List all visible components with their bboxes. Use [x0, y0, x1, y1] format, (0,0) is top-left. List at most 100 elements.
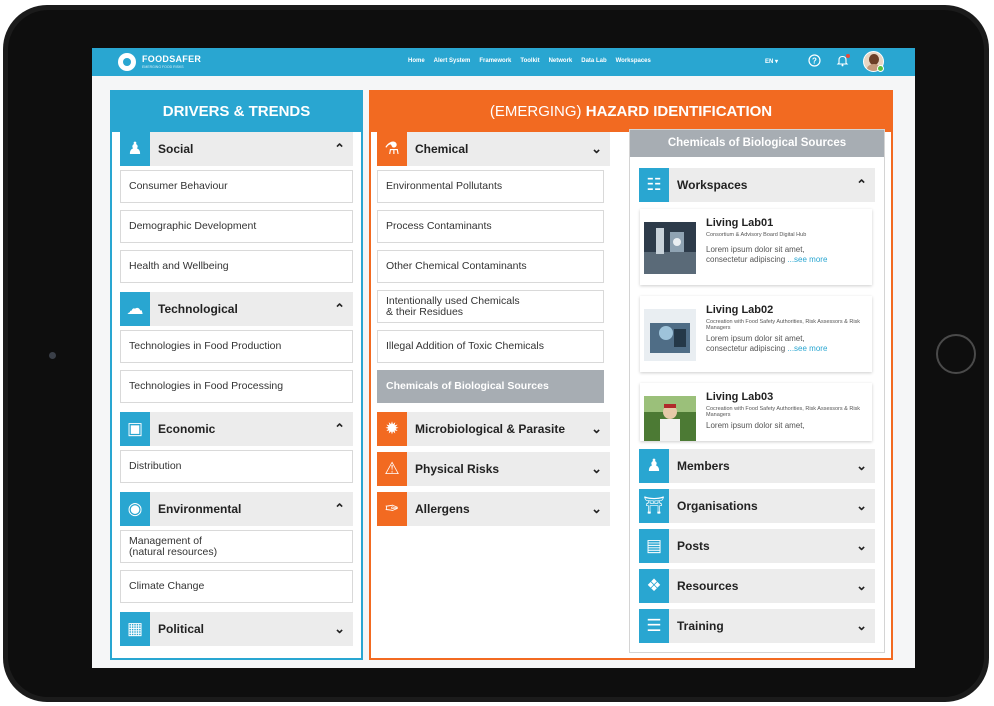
see-more-link[interactable]: ...see more [787, 255, 827, 264]
chevron-up-icon[interactable]: ⌃ [334, 132, 345, 166]
see-more-link[interactable]: ...see more [787, 344, 827, 353]
list-item[interactable]: Technologies in Food Processing [120, 370, 353, 403]
lab-title[interactable]: Living Lab01 [706, 217, 773, 229]
flask-icon: ⚗ [377, 132, 407, 166]
cloud-gear-icon: ☁ [120, 292, 150, 326]
chemicals-biological-sources-title: Chemicals of Biological Sources [630, 130, 884, 157]
chevron-down-icon[interactable]: ⌄ [856, 569, 867, 603]
section-label: Organisations [677, 499, 758, 513]
books-icon: ☰ [639, 609, 669, 643]
section-political[interactable]: ▦ Political ⌄ [120, 612, 353, 646]
lab-title[interactable]: Living Lab03 [706, 391, 773, 403]
chevron-down-icon[interactable]: ⌄ [591, 492, 602, 526]
list-item[interactable]: Process Contaminants [377, 210, 604, 243]
chevron-up-icon[interactable]: ⌃ [856, 168, 867, 202]
section-label: Workspaces [677, 178, 748, 192]
section-resources[interactable]: ❖ Resources ⌄ [639, 569, 875, 603]
chevron-down-icon[interactable]: ⌄ [591, 452, 602, 486]
title-main: HAZARD IDENTIFICATION [585, 103, 773, 120]
hazard-identification-title: (EMERGING) HAZARD IDENTIFICATION [371, 92, 891, 132]
list-item[interactable]: Demographic Development [120, 210, 353, 243]
nav-toolkit[interactable]: Toolkit [520, 58, 539, 64]
lab-photo [644, 309, 696, 361]
list-item[interactable]: Climate Change [120, 570, 353, 603]
chevron-up-icon[interactable]: ⌃ [334, 492, 345, 526]
chevron-up-icon[interactable]: ⌃ [334, 292, 345, 326]
section-training[interactable]: ☰ Training ⌄ [639, 609, 875, 643]
chevron-down-icon[interactable]: ⌄ [591, 412, 602, 446]
svg-text:?: ? [812, 56, 817, 65]
list-item[interactable]: Health and Wellbeing [120, 250, 353, 283]
section-label: Training [677, 619, 724, 633]
section-posts[interactable]: ▤ Posts ⌄ [639, 529, 875, 563]
lab-subtitle: Cocreation with Food Safety Authorities,… [706, 319, 861, 331]
lab-photo [644, 222, 696, 274]
nav-home[interactable]: Home [408, 58, 425, 64]
section-label: Social [158, 142, 194, 156]
chevron-down-icon[interactable]: ⌄ [856, 529, 867, 563]
main-nav: Home Alert System Framework Toolkit Netw… [408, 58, 651, 64]
people-icon: ♟ [120, 132, 150, 166]
brand-name[interactable]: FOODSAFER [142, 54, 201, 64]
section-environmental[interactable]: ◉ Environmental ⌃ [120, 492, 353, 526]
app-screen: FOODSAFER EMERGING FOOD RISKS Home Alert… [92, 48, 915, 668]
section-label: Microbiological & Parasite [415, 422, 566, 436]
lab-title[interactable]: Living Lab02 [706, 304, 773, 316]
list-item[interactable]: Technologies in Food Production [120, 330, 353, 363]
section-organisations[interactable]: ⛩ Organisations ⌄ [639, 489, 875, 523]
chevron-down-icon[interactable]: ⌄ [856, 449, 867, 483]
section-label: Members [677, 459, 730, 473]
online-status-dot [877, 65, 884, 72]
section-label: Posts [677, 539, 710, 553]
nav-data-lab[interactable]: Data Lab [581, 58, 606, 64]
section-label: Technological [158, 302, 238, 316]
section-social[interactable]: ♟ Social ⌃ [120, 132, 353, 166]
section-workspaces[interactable]: ☷ Workspaces ⌃ [639, 168, 875, 202]
posts-icon: ▤ [639, 529, 669, 563]
lab-description-line2: consectetur adipiscing ...see more [706, 255, 866, 265]
list-item[interactable]: Intentionally used Chemicals & their Res… [377, 290, 604, 323]
section-physical-risks[interactable]: ⚠ Physical Risks ⌄ [377, 452, 610, 486]
globe-icon: ◉ [120, 492, 150, 526]
list-item[interactable]: Distribution [120, 450, 353, 483]
section-label: Chemical [415, 142, 469, 156]
chevron-up-icon[interactable]: ⌃ [334, 412, 345, 446]
list-item[interactable]: Management of (natural resources) [120, 530, 353, 563]
members-icon: ♟ [639, 449, 669, 483]
help-circle-icon[interactable]: ? [808, 54, 821, 67]
chevron-down-icon[interactable]: ⌄ [334, 612, 345, 646]
list-item-active[interactable]: Chemicals of Biological Sources [377, 370, 604, 403]
section-microbiological[interactable]: ✹ Microbiological & Parasite ⌄ [377, 412, 610, 446]
workspace-card[interactable]: Living Lab01 Consortium & Advisory Board… [640, 209, 872, 285]
brand-tagline: EMERGING FOOD RISKS [142, 65, 184, 69]
camera-icon [49, 352, 56, 359]
nav-network[interactable]: Network [549, 58, 573, 64]
section-label: Environmental [158, 502, 242, 516]
language-select[interactable]: EN ▾ [765, 58, 778, 65]
list-item[interactable]: Environmental Pollutants [377, 170, 604, 203]
chevron-down-icon[interactable]: ⌄ [591, 132, 602, 166]
list-item[interactable]: Consumer Behaviour [120, 170, 353, 203]
warning-icon: ⚠ [377, 452, 407, 486]
list-item[interactable]: Illegal Addition of Toxic Chemicals [377, 330, 604, 363]
virus-icon: ✹ [377, 412, 407, 446]
foodsafer-logo-icon[interactable] [118, 53, 136, 71]
section-allergens[interactable]: ✑ Allergens ⌄ [377, 492, 610, 526]
lab-description-cont: consectetur adipiscing [706, 344, 786, 353]
lab-subtitle: Cocreation with Food Safety Authorities,… [706, 406, 861, 418]
section-technological[interactable]: ☁ Technological ⌃ [120, 292, 353, 326]
nav-framework[interactable]: Framework [479, 58, 511, 64]
section-members[interactable]: ♟ Members ⌄ [639, 449, 875, 483]
chevron-down-icon[interactable]: ⌄ [856, 609, 867, 643]
workspace-card[interactable]: Living Lab02 Cocreation with Food Safety… [640, 296, 872, 372]
section-economic[interactable]: ▣ Economic ⌃ [120, 412, 353, 446]
nav-workspaces[interactable]: Workspaces [616, 58, 651, 64]
section-label: Economic [158, 422, 216, 436]
list-item[interactable]: Other Chemical Contaminants [377, 250, 604, 283]
nav-alert-system[interactable]: Alert System [434, 58, 471, 64]
section-chemical[interactable]: ⚗ Chemical ⌄ [377, 132, 610, 166]
workspace-card[interactable]: Living Lab03 Cocreation with Food Safety… [640, 383, 872, 441]
chevron-down-icon[interactable]: ⌄ [856, 489, 867, 523]
syringe-icon: ✑ [377, 492, 407, 526]
home-button[interactable] [936, 334, 976, 374]
